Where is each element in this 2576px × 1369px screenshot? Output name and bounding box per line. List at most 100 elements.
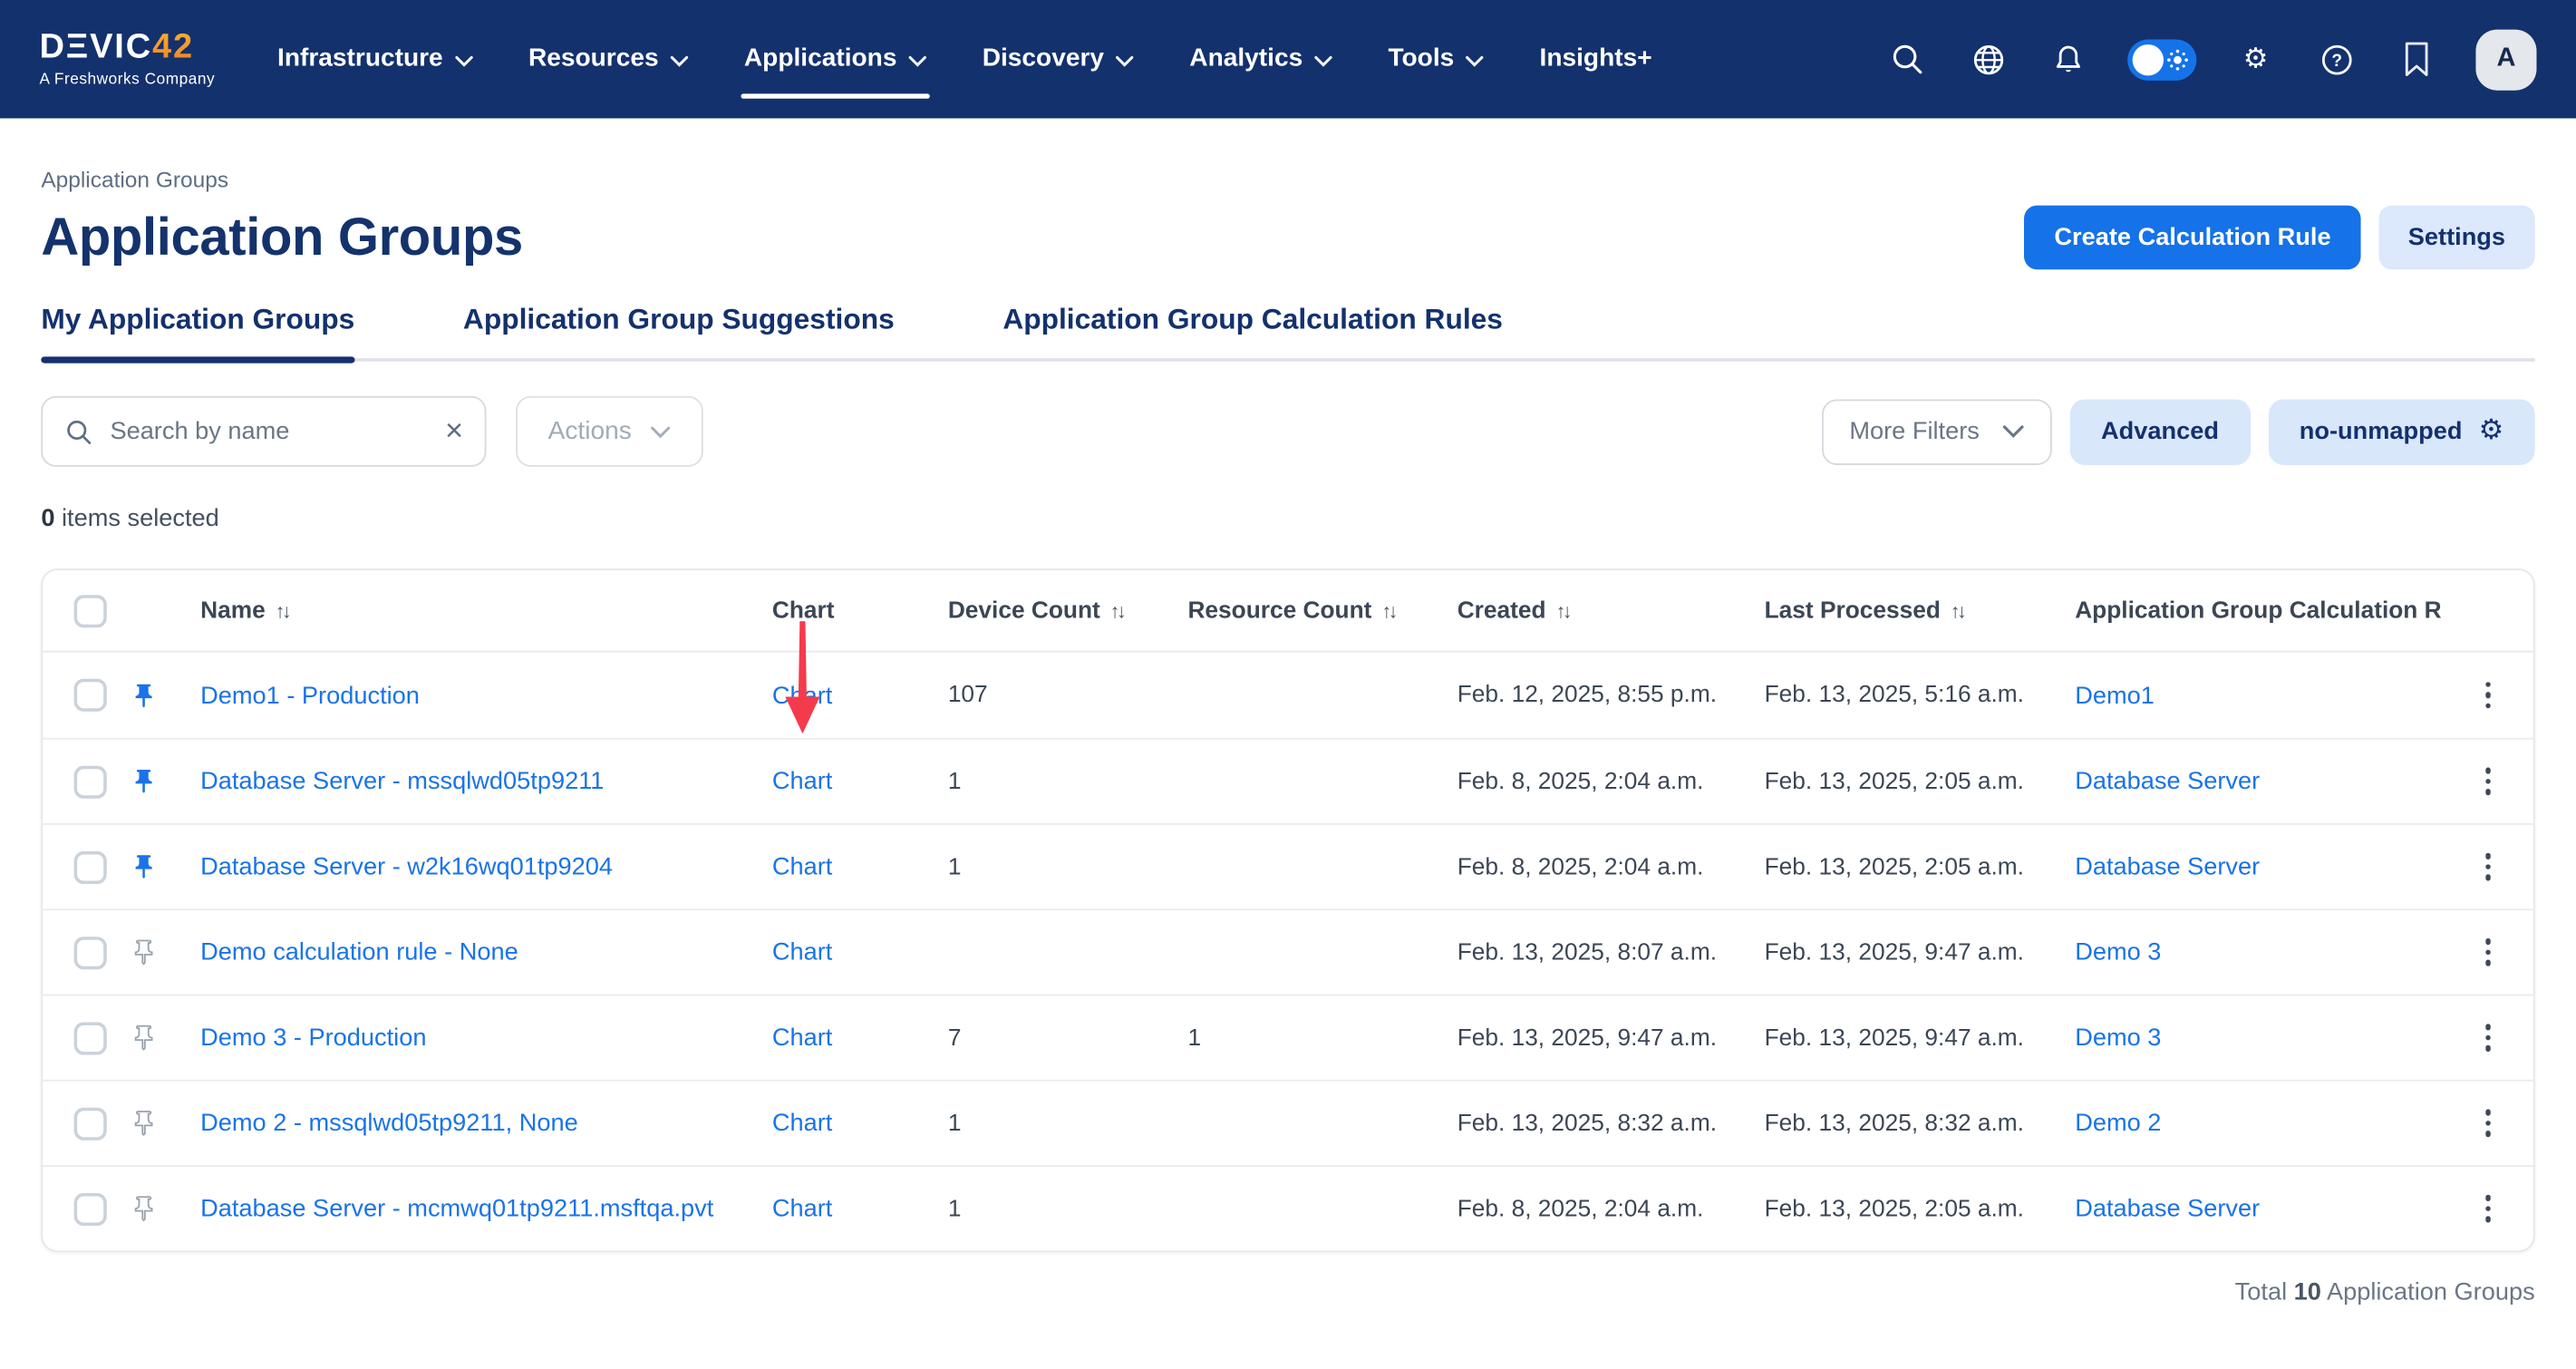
chart-link[interactable]: Chart bbox=[772, 1109, 832, 1137]
chart-link[interactable]: Chart bbox=[772, 1195, 832, 1223]
row-checkbox[interactable] bbox=[74, 1107, 107, 1140]
select-all-checkbox[interactable] bbox=[74, 594, 107, 626]
nav-item-insights[interactable]: Insights+ bbox=[1540, 0, 1652, 119]
nav-item-discovery[interactable]: Discovery bbox=[983, 0, 1134, 119]
group-name-link[interactable]: Database Server - mssqlwd05tp9211 bbox=[200, 767, 604, 795]
row-checkbox[interactable] bbox=[74, 765, 107, 798]
row-menu-button[interactable] bbox=[2441, 1024, 2534, 1052]
device-count: 1 bbox=[948, 854, 1188, 880]
row-menu-button[interactable] bbox=[2441, 768, 2534, 795]
calculation-rule-link[interactable]: Demo 3 bbox=[2075, 1024, 2161, 1052]
row-checkbox[interactable] bbox=[74, 1192, 107, 1225]
theme-toggle[interactable] bbox=[2127, 39, 2196, 80]
bookmark-icon[interactable] bbox=[2396, 38, 2438, 81]
column-header-created[interactable]: Created ↑↓ bbox=[1457, 597, 1765, 624]
pin-toggle[interactable] bbox=[115, 767, 171, 795]
column-header-device-count[interactable]: Device Count ↑↓ bbox=[948, 597, 1188, 624]
column-header-chart: Chart bbox=[772, 597, 948, 624]
table-row: Demo1 - Production Chart 107 Feb. 12, 20… bbox=[43, 653, 2533, 738]
filter-toolbar: × Actions More Filters Advanced no-unmap… bbox=[41, 396, 2534, 467]
table-row: Demo 2 - mssqlwd05tp9211, None Chart 1 F… bbox=[43, 1080, 2533, 1165]
created-date: Feb. 13, 2025, 9:47 a.m. bbox=[1457, 1024, 1765, 1051]
pin-toggle[interactable] bbox=[115, 1024, 171, 1052]
group-name-link[interactable]: Demo 2 - mssqlwd05tp9211, None bbox=[200, 1109, 578, 1137]
chart-link[interactable]: Chart bbox=[772, 938, 832, 966]
nav-item-resources[interactable]: Resources bbox=[528, 0, 688, 119]
group-name-link[interactable]: Demo 3 - Production bbox=[200, 1024, 426, 1052]
tab-my-application-groups[interactable]: My Application Groups bbox=[41, 303, 354, 359]
kebab-icon bbox=[2485, 1110, 2491, 1115]
table-row: Database Server - mssqlwd05tp9211 Chart … bbox=[43, 738, 2533, 823]
table-row: Database Server - w2k16wq01tp9204 Chart … bbox=[43, 823, 2533, 908]
navbar-utilities: ⚙ ? A bbox=[1886, 29, 2537, 90]
nav-item-infrastructure[interactable]: Infrastructure bbox=[277, 0, 472, 119]
pin-filled-icon bbox=[129, 681, 157, 709]
row-checkbox[interactable] bbox=[74, 850, 107, 883]
sort-icon[interactable]: ↑↓ bbox=[1381, 599, 1395, 622]
page-title: Application Groups bbox=[41, 207, 523, 267]
nav-item-tools[interactable]: Tools bbox=[1388, 0, 1483, 119]
chart-link[interactable]: Chart bbox=[772, 767, 832, 795]
pin-outline-icon bbox=[129, 1195, 157, 1223]
pin-toggle[interactable] bbox=[115, 938, 171, 966]
row-checkbox[interactable] bbox=[74, 679, 107, 712]
group-name-link[interactable]: Database Server - w2k16wq01tp9204 bbox=[200, 853, 613, 881]
nav-item-applications[interactable]: Applications bbox=[744, 0, 926, 119]
create-calculation-rule-button[interactable]: Create Calculation Rule bbox=[2025, 206, 2360, 270]
column-header-last-processed[interactable]: Last Processed ↑↓ bbox=[1765, 597, 2076, 624]
nav-item-analytics[interactable]: Analytics bbox=[1189, 0, 1332, 119]
user-avatar[interactable]: A bbox=[2475, 29, 2536, 90]
pin-toggle[interactable] bbox=[115, 1195, 171, 1223]
column-header-name[interactable]: Name ↑↓ bbox=[171, 597, 772, 624]
row-checkbox[interactable] bbox=[74, 1021, 107, 1053]
device-count: 107 bbox=[948, 682, 1188, 708]
tab-application-group-suggestions[interactable]: Application Group Suggestions bbox=[463, 303, 895, 359]
calculation-rule-link[interactable]: Demo1 bbox=[2075, 681, 2155, 709]
tab-application-group-calculation-rules[interactable]: Application Group Calculation Rules bbox=[1002, 303, 1503, 359]
pin-toggle[interactable] bbox=[115, 853, 171, 881]
row-menu-button[interactable] bbox=[2441, 853, 2534, 880]
actions-dropdown[interactable]: Actions bbox=[516, 396, 703, 467]
chart-link[interactable]: Chart bbox=[772, 853, 832, 881]
search-icon[interactable] bbox=[1886, 38, 1929, 81]
sort-icon[interactable]: ↑↓ bbox=[276, 599, 289, 622]
group-name-link[interactable]: Demo calculation rule - None bbox=[200, 938, 518, 966]
sort-icon[interactable]: ↑↓ bbox=[1555, 599, 1569, 622]
chevron-down-icon bbox=[908, 55, 926, 67]
row-checkbox[interactable] bbox=[74, 936, 107, 968]
created-date: Feb. 13, 2025, 8:32 a.m. bbox=[1457, 1110, 1765, 1136]
row-menu-button[interactable] bbox=[2441, 938, 2534, 966]
device42-logo[interactable]: DΞVIC42 A Freshworks Company bbox=[40, 30, 216, 89]
row-menu-button[interactable] bbox=[2441, 1195, 2534, 1222]
settings-button[interactable]: Settings bbox=[2378, 206, 2535, 270]
help-icon[interactable]: ? bbox=[2315, 38, 2358, 81]
column-header-resource-count[interactable]: Resource Count ↑↓ bbox=[1187, 597, 1457, 624]
calculation-rule-link[interactable]: Database Server bbox=[2075, 1195, 2260, 1223]
notifications-bell-icon[interactable] bbox=[2047, 38, 2089, 81]
calculation-rule-link[interactable]: Demo 3 bbox=[2075, 938, 2161, 966]
pin-toggle[interactable] bbox=[115, 681, 171, 709]
row-menu-button[interactable] bbox=[2441, 1110, 2534, 1137]
group-name-link[interactable]: Database Server - mcmwq01tp9211.msftqa.p… bbox=[200, 1195, 713, 1223]
search-input[interactable] bbox=[110, 417, 428, 445]
advanced-filter-button[interactable]: Advanced bbox=[2070, 399, 2251, 465]
clear-search-icon[interactable]: × bbox=[445, 416, 463, 447]
saved-filter-button[interactable]: no-unmapped ⚙ bbox=[2268, 399, 2534, 465]
gear-icon: ⚙ bbox=[2479, 417, 2504, 445]
calculation-rule-link[interactable]: Demo 2 bbox=[2075, 1109, 2161, 1137]
globe-icon[interactable] bbox=[1967, 38, 2009, 81]
calculation-rule-link[interactable]: Database Server bbox=[2075, 767, 2260, 795]
gear-icon[interactable]: ⚙ bbox=[2234, 38, 2277, 81]
sort-icon[interactable]: ↑↓ bbox=[1110, 599, 1124, 622]
calculation-rule-link[interactable]: Database Server bbox=[2075, 853, 2260, 881]
search-box: × bbox=[41, 396, 486, 467]
breadcrumb[interactable]: Application Groups bbox=[41, 168, 2534, 192]
group-name-link[interactable]: Demo1 - Production bbox=[200, 681, 420, 709]
created-date: Feb. 13, 2025, 8:07 a.m. bbox=[1457, 939, 1765, 966]
last-processed-date: Feb. 13, 2025, 9:47 a.m. bbox=[1765, 939, 2076, 966]
more-filters-dropdown[interactable]: More Filters bbox=[1822, 399, 2052, 465]
chart-link[interactable]: Chart bbox=[772, 1024, 832, 1052]
row-menu-button[interactable] bbox=[2441, 682, 2534, 709]
pin-toggle[interactable] bbox=[115, 1109, 171, 1137]
sort-icon[interactable]: ↑↓ bbox=[1951, 599, 1964, 622]
